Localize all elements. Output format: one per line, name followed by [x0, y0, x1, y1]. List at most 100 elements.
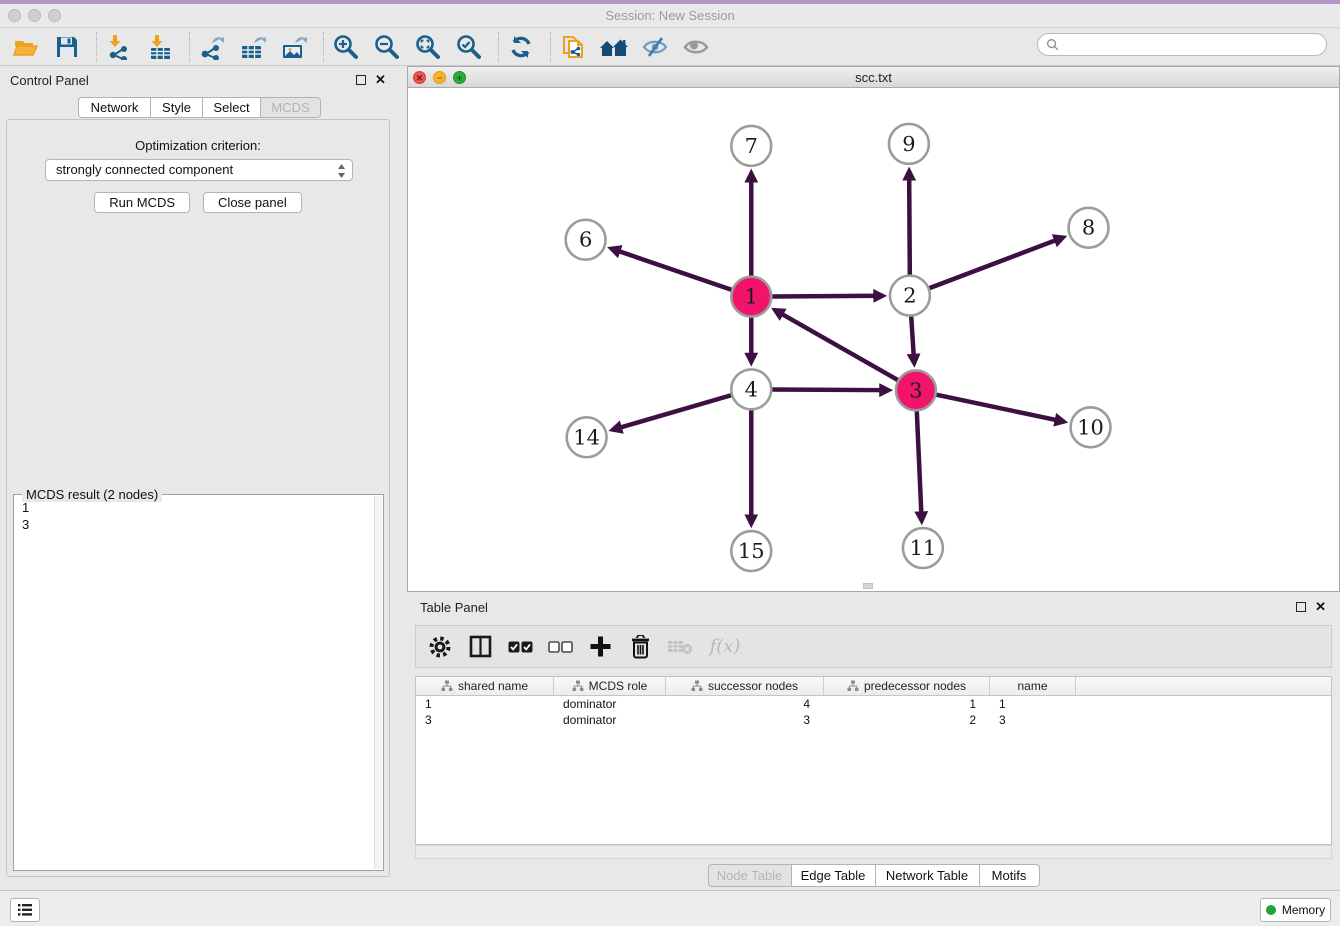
- edge-1-6[interactable]: [611, 248, 731, 289]
- export-image-icon: [281, 34, 308, 60]
- table-hscrollbar[interactable]: [415, 845, 1332, 859]
- save-session-button[interactable]: [53, 33, 81, 61]
- table-settings-button[interactable]: [428, 635, 452, 659]
- node-1[interactable]: 1: [731, 277, 771, 317]
- import-network-button[interactable]: [105, 33, 133, 61]
- node-14[interactable]: 14: [567, 417, 607, 457]
- tab-select[interactable]: Select: [203, 97, 261, 118]
- edge-3-1[interactable]: [775, 310, 898, 380]
- node-7[interactable]: 7: [731, 126, 771, 166]
- zoom-fit-button[interactable]: [414, 33, 442, 61]
- open-file-button[interactable]: [12, 33, 40, 61]
- edge-2-3[interactable]: [911, 317, 914, 364]
- tab-network-table[interactable]: Network Table: [876, 864, 980, 887]
- node-4[interactable]: 4: [731, 369, 771, 409]
- memory-button[interactable]: Memory: [1260, 898, 1331, 922]
- node-9[interactable]: 9: [889, 124, 929, 164]
- node-11[interactable]: 11: [903, 528, 943, 568]
- mcds-panel: Optimization criterion: strongly connect…: [6, 119, 390, 877]
- select-all-button[interactable]: [508, 635, 532, 659]
- table-toolbar: f(x): [415, 625, 1332, 668]
- canvas-resize-grip[interactable]: [863, 583, 873, 589]
- delete-column-button[interactable]: [628, 635, 652, 659]
- search-field[interactable]: [1037, 33, 1327, 56]
- tab-mcds[interactable]: MCDS: [261, 97, 321, 118]
- edge-2-8[interactable]: [929, 237, 1063, 288]
- node-10[interactable]: 10: [1071, 407, 1111, 447]
- export-table-button[interactable]: [239, 33, 267, 61]
- import-table-button[interactable]: [146, 33, 174, 61]
- mcds-result-text[interactable]: 1 3: [16, 499, 373, 868]
- cell[interactable]: 4: [666, 696, 824, 712]
- export-network-button[interactable]: [198, 33, 226, 61]
- zoom-in-button[interactable]: [332, 33, 360, 61]
- optimization-criterion-value: strongly connected component: [56, 162, 233, 177]
- node-15[interactable]: 15: [731, 531, 771, 571]
- node-table: shared name MCDS role successor nodesprede…: [415, 676, 1332, 845]
- column-header-predecessor-nodes[interactable]: predecessor nodes: [824, 677, 990, 695]
- show-all-networks-button[interactable]: [600, 33, 628, 61]
- column-label: name: [1017, 679, 1047, 693]
- float-panel-icon[interactable]: [356, 75, 366, 85]
- network-window-titlebar[interactable]: ✕ − + scc.txt: [408, 67, 1339, 88]
- cell[interactable]: dominator: [554, 712, 666, 728]
- column-header-name[interactable]: name: [990, 677, 1076, 695]
- status-bar: Memory: [0, 890, 1340, 926]
- cell[interactable]: 1: [824, 696, 990, 712]
- close-panel-icon[interactable]: ✕: [375, 75, 386, 85]
- column-header-shared-name[interactable]: shared name: [416, 677, 554, 695]
- tab-edge-table[interactable]: Edge Table: [792, 864, 876, 887]
- svg-text:4: 4: [745, 377, 758, 401]
- svg-text:3: 3: [909, 378, 922, 402]
- edge-4-14[interactable]: [612, 395, 731, 430]
- edge-4-3[interactable]: [772, 389, 889, 390]
- zoom-selected-button[interactable]: [455, 33, 483, 61]
- table-row[interactable]: 1dominator411: [416, 696, 1331, 712]
- mcds-result-scrollbar[interactable]: [374, 496, 382, 869]
- cell[interactable]: 2: [824, 712, 990, 728]
- clone-network-button[interactable]: [559, 33, 587, 61]
- cell[interactable]: dominator: [554, 696, 666, 712]
- run-mcds-button[interactable]: Run MCDS: [94, 192, 190, 213]
- search-input[interactable]: [1059, 36, 1326, 54]
- optimization-criterion-label: Optimization criterion:: [7, 138, 389, 153]
- refresh-icon: [508, 34, 534, 60]
- node-3[interactable]: 3: [896, 370, 936, 410]
- hide-graphics-button[interactable]: [641, 33, 669, 61]
- task-history-button[interactable]: [10, 898, 40, 922]
- cell[interactable]: 3: [666, 712, 824, 728]
- edge-3-10[interactable]: [936, 395, 1064, 422]
- column-header-MCDS-role[interactable]: MCDS role: [554, 677, 666, 695]
- table-row[interactable]: 3dominator323: [416, 712, 1331, 728]
- show-graphics-button[interactable]: [682, 33, 710, 61]
- tab-style[interactable]: Style: [151, 97, 203, 118]
- float-table-panel-icon[interactable]: [1296, 602, 1306, 612]
- check-off-icon: [548, 641, 573, 653]
- cell[interactable]: 3: [990, 712, 1076, 728]
- column-label: MCDS role: [589, 679, 648, 693]
- tab-network[interactable]: Network: [78, 97, 151, 118]
- deselect-all-button[interactable]: [548, 635, 572, 659]
- close-table-panel-icon[interactable]: ✕: [1315, 602, 1326, 612]
- cell[interactable]: 3: [416, 712, 554, 728]
- tab-node-table[interactable]: Node Table: [708, 864, 792, 887]
- column-header-successor-nodes[interactable]: successor nodes: [666, 677, 824, 695]
- edge-1-2[interactable]: [772, 296, 883, 297]
- network-canvas[interactable]: 7 9 6 8 1 2 4 3 14 10 15 11: [408, 88, 1339, 591]
- edge-3-11[interactable]: [917, 411, 922, 521]
- cell[interactable]: 1: [416, 696, 554, 712]
- close-panel-button[interactable]: Close panel: [203, 192, 302, 213]
- tab-motifs[interactable]: Motifs: [980, 864, 1040, 887]
- cell[interactable]: 1: [990, 696, 1076, 712]
- zoom-out-button[interactable]: [373, 33, 401, 61]
- node-6[interactable]: 6: [566, 220, 606, 260]
- apply-layout-button[interactable]: [507, 33, 535, 61]
- optimization-criterion-select[interactable]: strongly connected component: [45, 159, 353, 181]
- node-2[interactable]: 2: [890, 276, 930, 316]
- export-table-icon: [240, 34, 267, 60]
- edge-2-9[interactable]: [909, 171, 910, 275]
- show-columns-button[interactable]: [468, 635, 492, 659]
- create-column-button[interactable]: [588, 635, 612, 659]
- export-image-button[interactable]: [280, 33, 308, 61]
- node-8[interactable]: 8: [1069, 208, 1109, 248]
